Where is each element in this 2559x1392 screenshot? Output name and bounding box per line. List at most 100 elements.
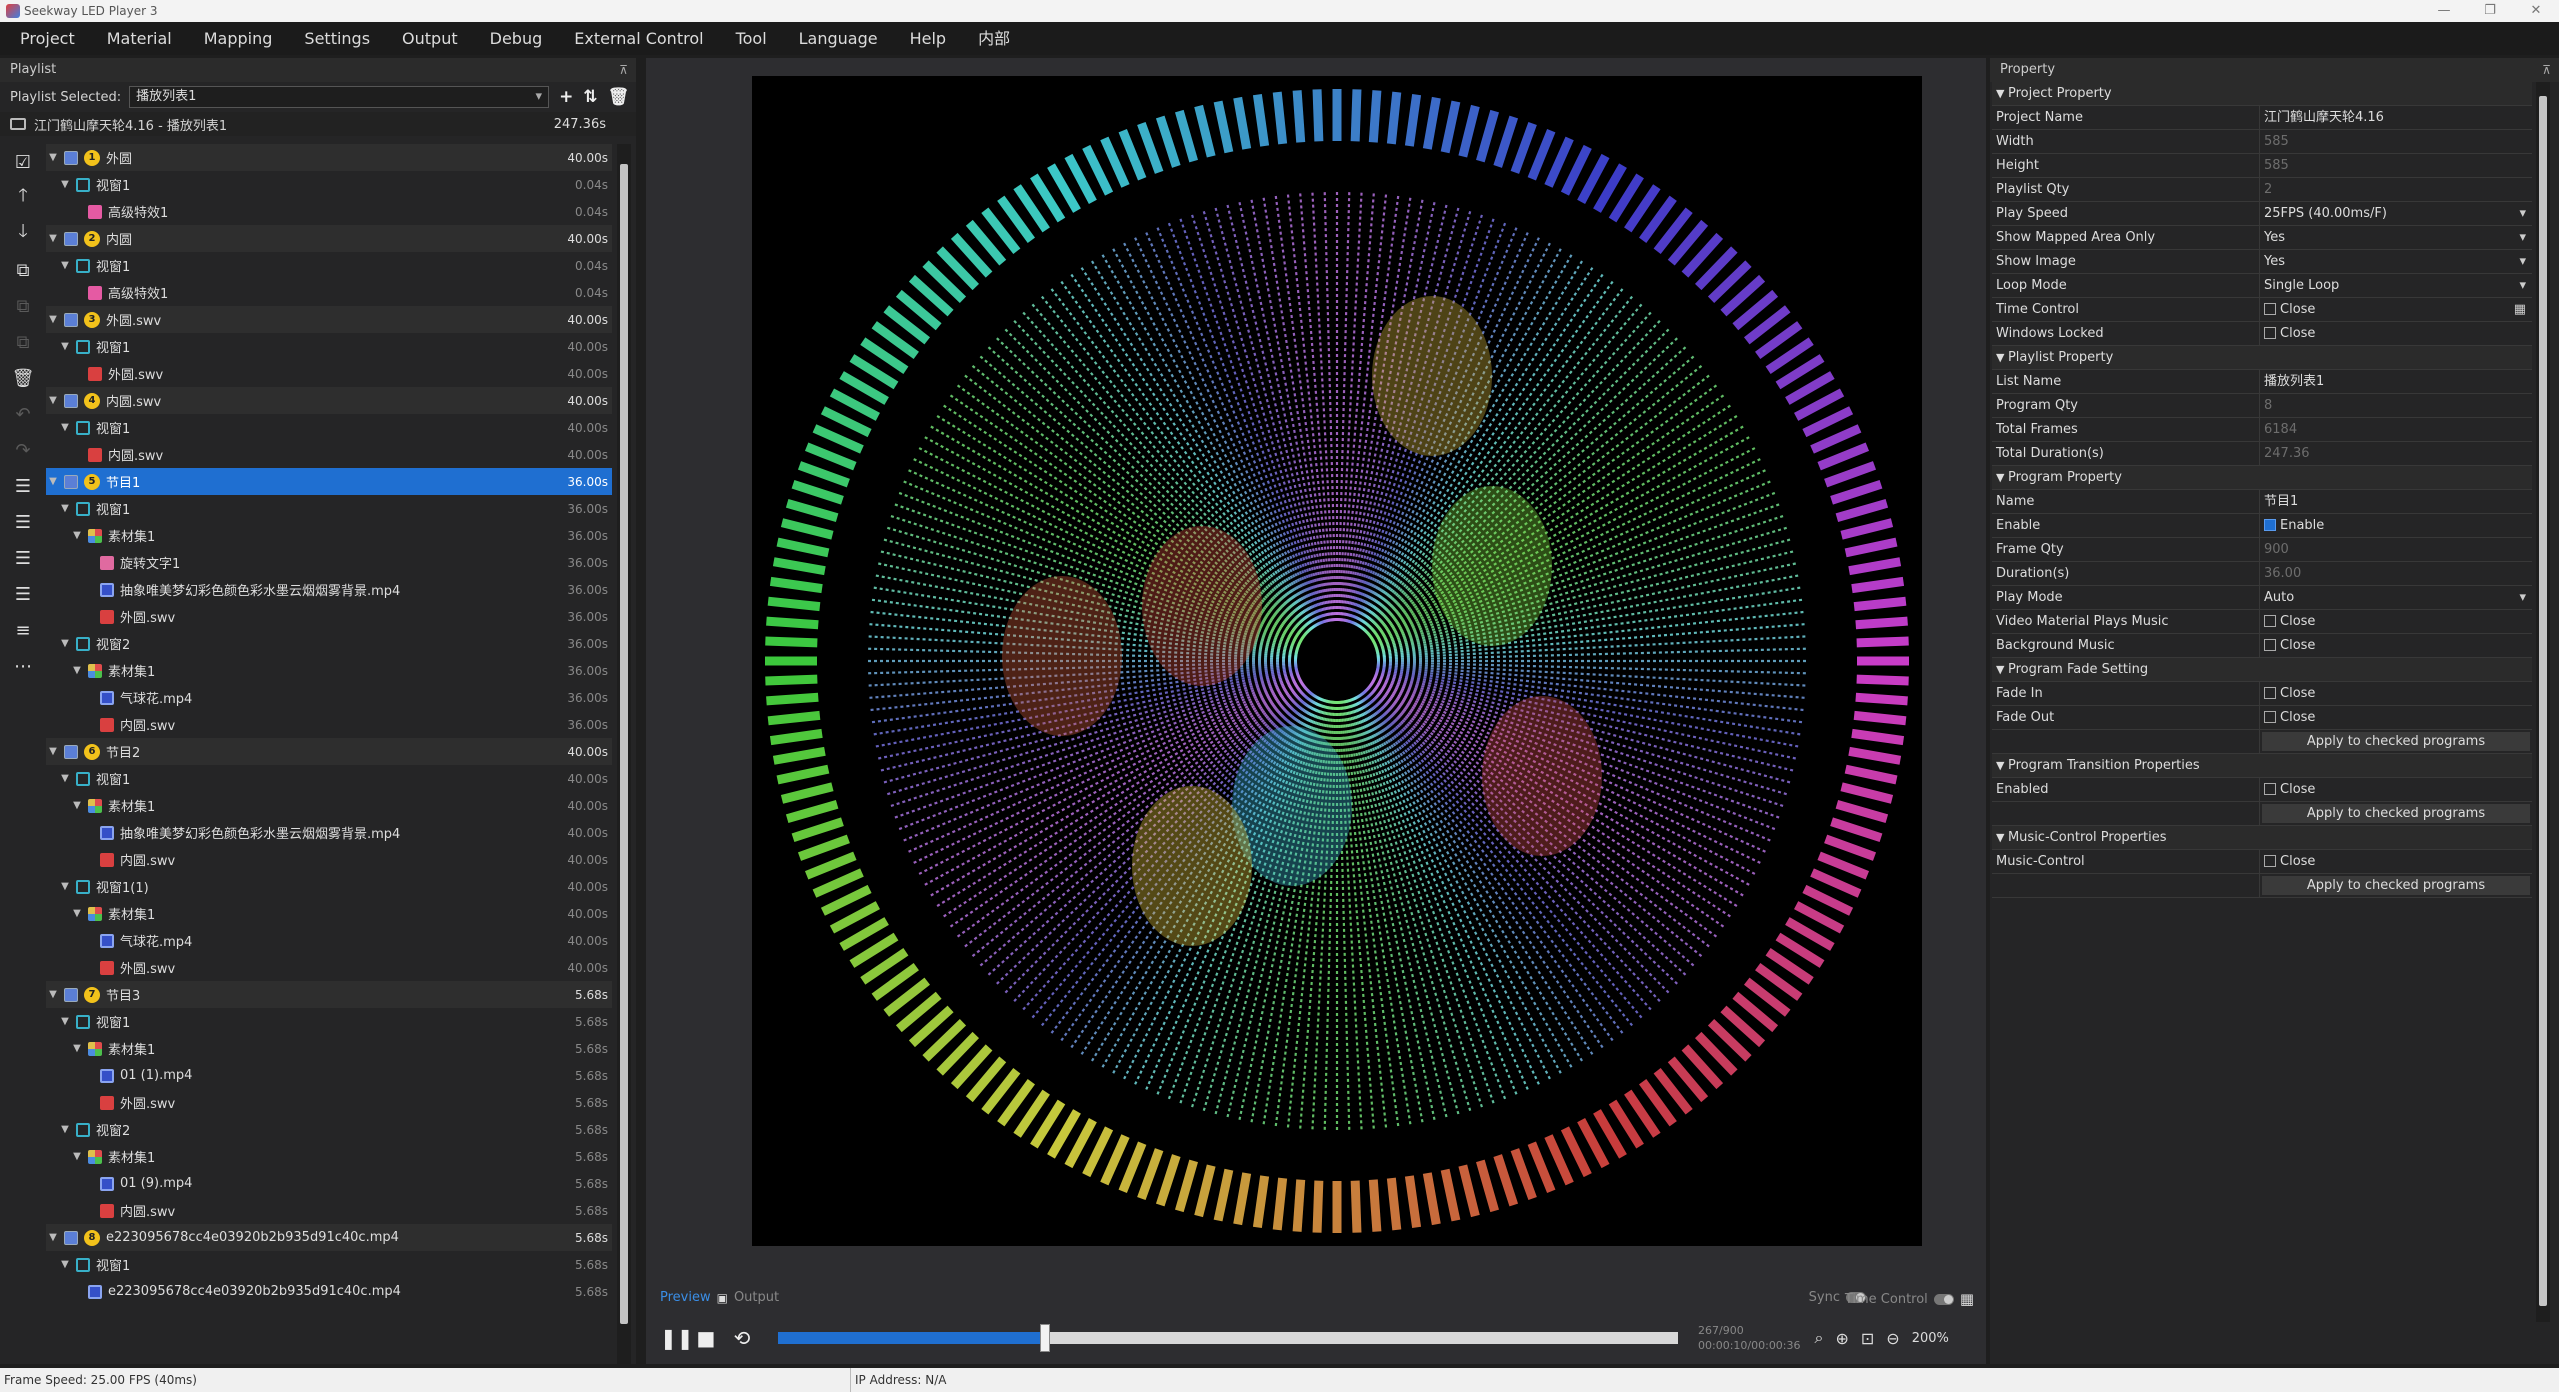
tree-row[interactable]: ▼ 6 节目2 40.00s: [46, 738, 612, 765]
tree-row[interactable]: ▼ 视窗2 36.00s: [46, 630, 612, 657]
checkbox-icon[interactable]: [2264, 302, 2276, 315]
time-control-toggle[interactable]: [1933, 1293, 1954, 1305]
property-scrollbar[interactable]: [2536, 82, 2550, 1322]
copy-icon[interactable]: ⧉: [0, 252, 46, 288]
program-checkbox-icon[interactable]: [64, 231, 78, 246]
restore-icon[interactable]: ❐: [2467, 0, 2513, 22]
tree-row[interactable]: 外圆.swv 5.68s: [46, 1089, 612, 1116]
menu-item-9[interactable]: Help: [894, 22, 962, 55]
tree-row[interactable]: 01 (1).mp4 5.68s: [46, 1062, 612, 1089]
property-checkbox[interactable]: Close: [2260, 634, 2532, 657]
expand-arrow-icon[interactable]: ▼: [58, 1124, 72, 1135]
property-checkbox[interactable]: Close: [2260, 778, 2532, 801]
close-icon[interactable]: ✕: [2513, 0, 2559, 22]
property-checkbox[interactable]: Close: [2260, 850, 2532, 873]
playlist-scrollbar[interactable]: [617, 144, 631, 1364]
expand-arrow-icon[interactable]: ▼: [46, 989, 60, 1000]
property-section-header[interactable]: Program Transition Properties: [1992, 754, 2532, 778]
zoom-in-icon[interactable]: ⊕: [1835, 1329, 1848, 1348]
list-insert-icon[interactable]: ☰: [0, 540, 46, 576]
sort-icon[interactable]: ⇅: [583, 87, 597, 107]
expand-arrow-icon[interactable]: ▼: [70, 530, 84, 541]
tree-row[interactable]: 气球花.mp4 36.00s: [46, 684, 612, 711]
expand-arrow-icon[interactable]: ▼: [58, 260, 72, 271]
expand-arrow-icon[interactable]: ▼: [58, 1259, 72, 1270]
check-all-icon[interactable]: ☑: [0, 144, 46, 180]
tree-row[interactable]: ▼ 5 节目1 36.00s: [46, 468, 612, 495]
tree-row[interactable]: 内圆.swv 36.00s: [46, 711, 612, 738]
expand-arrow-icon[interactable]: ▼: [70, 1043, 84, 1054]
tree-row[interactable]: ▼ 视窗2 5.68s: [46, 1116, 612, 1143]
outline-icon[interactable]: ≡: [0, 612, 46, 648]
property-checkbox[interactable]: Close: [2260, 322, 2532, 345]
tree-row[interactable]: 外圆.swv 40.00s: [46, 360, 612, 387]
calendar-icon[interactable]: ▦: [1960, 1290, 1974, 1308]
tree-row[interactable]: 高级特效1 0.04s: [46, 279, 612, 306]
property-checkbox[interactable]: Enable: [2260, 514, 2532, 537]
tree-row[interactable]: 抽象唯美梦幻彩色颜色彩水墨云烟烟雾背景.mp4 40.00s: [46, 819, 612, 846]
expand-arrow-icon[interactable]: ▼: [58, 638, 72, 649]
tree-row[interactable]: 内圆.swv 40.00s: [46, 441, 612, 468]
checkbox-icon[interactable]: [2264, 614, 2276, 627]
tree-row[interactable]: 外圆.swv 36.00s: [46, 603, 612, 630]
add-icon[interactable]: +: [559, 87, 573, 107]
progress-handle[interactable]: [1040, 1324, 1051, 1352]
tree-row[interactable]: ▼ 视窗1(1) 40.00s: [46, 873, 612, 900]
paste-icon[interactable]: ⧉: [0, 324, 46, 360]
property-dropdown[interactable]: Auto: [2260, 586, 2532, 609]
tree-row[interactable]: 01 (9).mp4 5.68s: [46, 1170, 612, 1197]
expand-arrow-icon[interactable]: ▼: [70, 800, 84, 811]
program-checkbox-icon[interactable]: [64, 474, 78, 489]
tree-row[interactable]: ▼ 视窗1 40.00s: [46, 333, 612, 360]
tree-row[interactable]: 抽象唯美梦幻彩色颜色彩水墨云烟烟雾背景.mp4 36.00s: [46, 576, 612, 603]
list-remove-icon[interactable]: ☰: [0, 576, 46, 612]
list-edit-icon[interactable]: ☰: [0, 504, 46, 540]
calendar-icon[interactable]: ▦: [2514, 298, 2526, 321]
checkbox-icon[interactable]: [2264, 638, 2276, 651]
program-checkbox-icon[interactable]: [64, 744, 78, 759]
expand-arrow-icon[interactable]: ▼: [58, 773, 72, 784]
tree-row[interactable]: ▼ 素材集1 36.00s: [46, 522, 612, 549]
pin-icon[interactable]: ⊼: [619, 58, 628, 82]
expand-arrow-icon[interactable]: ▼: [58, 503, 72, 514]
expand-arrow-icon[interactable]: ▼: [70, 665, 84, 676]
menu-item-1[interactable]: Material: [91, 22, 188, 55]
program-checkbox-icon[interactable]: [64, 1230, 78, 1245]
tree-row[interactable]: ▼ 素材集1 5.68s: [46, 1035, 612, 1062]
checkbox-icon[interactable]: [2264, 710, 2276, 723]
menu-item-3[interactable]: Settings: [288, 22, 386, 55]
tree-row[interactable]: ▼ 视窗1 5.68s: [46, 1008, 612, 1035]
expand-arrow-icon[interactable]: ▼: [58, 1016, 72, 1027]
expand-arrow-icon[interactable]: ▼: [46, 152, 60, 163]
tree-row[interactable]: ▼ 素材集1 40.00s: [46, 900, 612, 927]
property-section-header[interactable]: Music-Control Properties: [1992, 826, 2532, 850]
expand-arrow-icon[interactable]: ▼: [58, 179, 72, 190]
undo-icon[interactable]: ↶: [0, 396, 46, 432]
scrollbar-thumb[interactable]: [620, 164, 628, 1324]
tree-row[interactable]: 高级特效1 0.04s: [46, 198, 612, 225]
expand-arrow-icon[interactable]: ▼: [70, 908, 84, 919]
tree-row[interactable]: 气球花.mp4 40.00s: [46, 927, 612, 954]
property-dropdown[interactable]: Single Loop: [2260, 274, 2532, 297]
playlist-combobox[interactable]: 播放列表1: [129, 86, 550, 108]
property-section-header[interactable]: Program Fade Setting: [1992, 658, 2532, 682]
tree-row[interactable]: e223095678cc4e03920b2b935d91c40c.mp4 5.68…: [46, 1278, 612, 1305]
apply-to-checked-button[interactable]: Apply to checked programs: [2262, 804, 2530, 823]
playback-progress[interactable]: [778, 1324, 1678, 1352]
expand-arrow-icon[interactable]: ▼: [70, 1151, 84, 1162]
tree-row[interactable]: ▼ 视窗1 36.00s: [46, 495, 612, 522]
more-icon[interactable]: ⋯: [0, 648, 46, 684]
menu-item-0[interactable]: Project: [4, 22, 91, 55]
tree-row[interactable]: ▼ 素材集1 40.00s: [46, 792, 612, 819]
expand-arrow-icon[interactable]: ▼: [46, 314, 60, 325]
property-dropdown[interactable]: Yes: [2260, 226, 2532, 249]
checkbox-icon[interactable]: [2264, 854, 2276, 867]
move-down-icon[interactable]: 🡓: [0, 216, 46, 252]
tree-row[interactable]: ▼ 视窗1 5.68s: [46, 1251, 612, 1278]
checkbox-icon[interactable]: [2264, 686, 2276, 699]
scrollbar-thumb[interactable]: [2539, 96, 2547, 1306]
tree-row[interactable]: ▼ 8 e223095678cc4e03920b2b935d91c40c.mp4 5.…: [46, 1224, 612, 1251]
project-row[interactable]: 江门鹤山摩天轮4.16 - 播放列表1 247.36s: [0, 112, 636, 136]
property-value[interactable]: 节目1: [2260, 490, 2532, 513]
property-checkbox[interactable]: Close: [2260, 682, 2532, 705]
